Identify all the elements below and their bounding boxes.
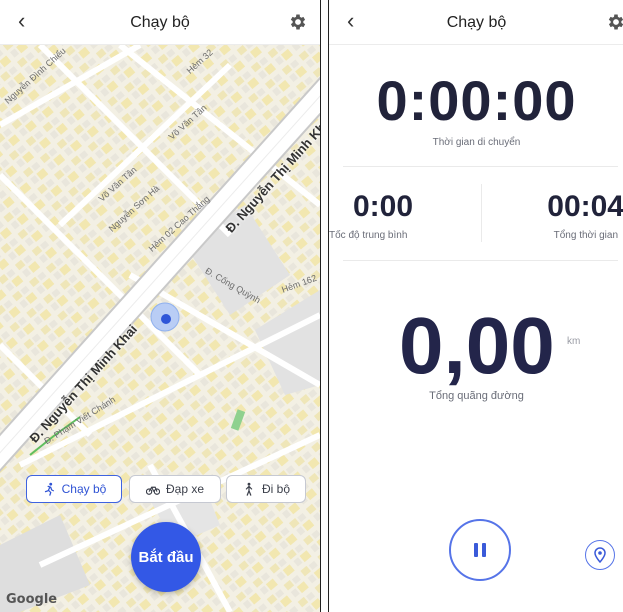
pause-button[interactable] <box>449 519 511 581</box>
avg-speed-value: 0:00 <box>353 190 414 223</box>
walking-icon <box>245 482 253 496</box>
location-pin-icon <box>594 547 606 563</box>
moving-time-value: 0:00:00 <box>376 69 577 132</box>
divider-line <box>343 166 618 167</box>
panel-divider <box>321 0 327 612</box>
location-button[interactable] <box>585 540 615 570</box>
google-attribution: Google <box>6 592 58 607</box>
gear-icon[interactable] <box>288 12 308 32</box>
total-time-value: 00:04 <box>547 190 623 223</box>
activity-mode-selector: Chạy bộ Đạp xe Đi bộ <box>0 475 320 505</box>
header: ‹ Chạy bộ <box>329 0 623 45</box>
mode-label: Đạp xe <box>165 482 205 496</box>
mode-walking-button[interactable]: Đi bộ <box>226 475 306 503</box>
total-time-label: Tổng thời gian <box>553 230 618 241</box>
mode-running-button[interactable]: Chạy bộ <box>26 475 122 503</box>
divider-line <box>343 260 618 261</box>
start-button[interactable]: Bắt đầu <box>131 522 201 592</box>
page-title: Chạy bộ <box>130 14 190 31</box>
mode-label: Đi bộ <box>261 482 290 496</box>
distance-label: Tổng quãng đường <box>429 390 524 402</box>
mode-label: Chạy bộ <box>61 482 107 496</box>
header: ‹ Chạy bộ <box>0 0 320 45</box>
page-title: Chạy bộ <box>446 14 507 31</box>
mode-cycling-button[interactable]: Đạp xe <box>129 475 221 503</box>
map-screen: ‹ Chạy bộ Nguyễn Đình Chiểu Hẻm 32 Võ Vă… <box>0 0 321 612</box>
tracking-screen: ‹ Chạy bộ 0:00:00 Thời gian di chuyển 0:… <box>328 0 623 612</box>
gear-icon[interactable] <box>606 12 623 32</box>
distance-value: 0,00 <box>399 301 555 390</box>
pause-icon <box>474 543 486 557</box>
running-icon <box>44 482 54 496</box>
bicycle-icon <box>145 486 160 495</box>
divider-line <box>481 184 482 242</box>
moving-time-label: Thời gian di chuyển <box>432 137 521 148</box>
distance-unit: km <box>567 336 581 347</box>
avg-speed-label: Tốc độ trung bình <box>329 230 408 241</box>
